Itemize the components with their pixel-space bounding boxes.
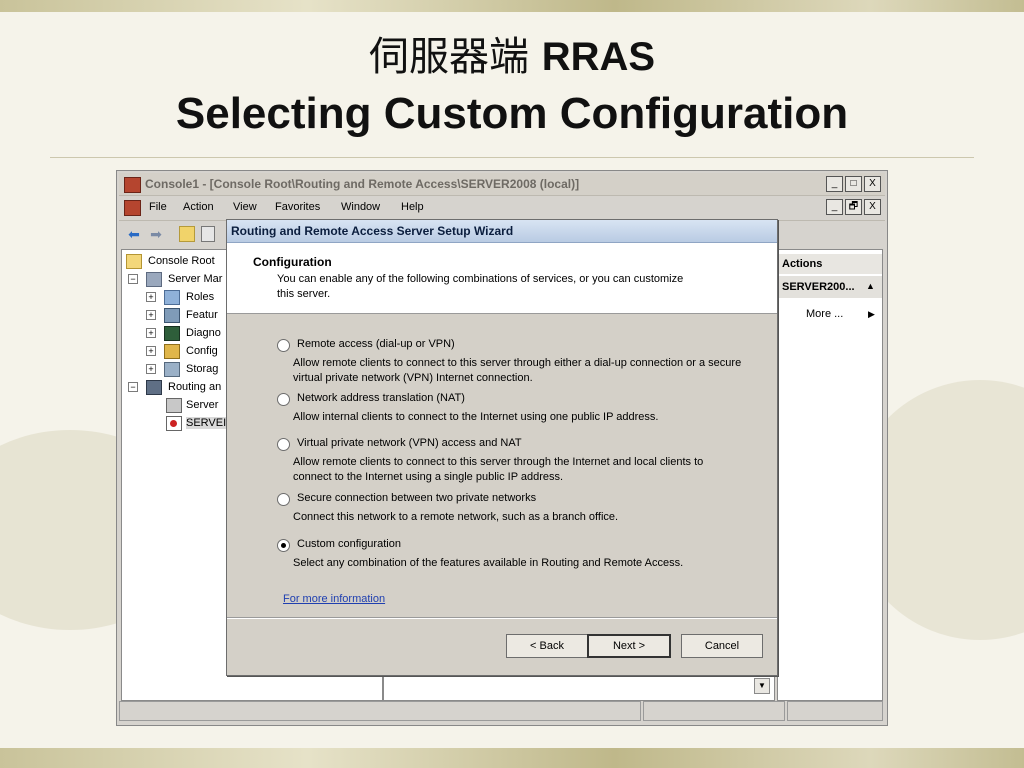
radio-remote-access[interactable]	[277, 339, 290, 352]
tree-label: Roles	[186, 291, 215, 303]
title-divider	[50, 157, 974, 158]
menu-view[interactable]: View	[233, 201, 257, 213]
title-rras-text: RRAS	[541, 35, 656, 79]
expand-icon[interactable]: +	[146, 292, 156, 302]
collapse-up-arrow-icon[interactable]: ▲	[866, 281, 875, 291]
roles-icon	[164, 290, 180, 305]
option-label[interactable]: Remote access (dial-up or VPN)	[297, 338, 455, 350]
option-label[interactable]: Network address translation (NAT)	[297, 392, 465, 404]
tree-label: SERVEI	[186, 417, 227, 429]
option-label[interactable]: Secure connection between two private ne…	[297, 492, 536, 504]
wizard-footer-divider	[227, 617, 777, 619]
slide-title: 伺服器端 RRAS Selecting Custom Configuration	[0, 30, 1024, 142]
menu-favorites[interactable]: Favorites	[275, 201, 320, 213]
actions-header-label: Actions	[782, 258, 823, 270]
diagnostics-icon	[164, 326, 180, 341]
expand-icon[interactable]: +	[146, 328, 156, 338]
menu-bar: File Action View Favorites Window Help _…	[119, 197, 885, 217]
tree-label: Console Root	[148, 255, 215, 267]
server-status-icon	[166, 398, 182, 413]
features-icon	[164, 308, 180, 323]
storage-icon	[164, 362, 180, 377]
tree-label: Diagno	[186, 327, 221, 339]
option-description: Connect this network to a remote network…	[293, 511, 619, 523]
wizard-title-bar[interactable]: Routing and Remote Access Server Setup W…	[227, 220, 777, 243]
minimize-button[interactable]: _	[826, 176, 843, 192]
actions-section-label: SERVER200...	[782, 281, 855, 293]
more-information-link[interactable]: For more information	[283, 593, 385, 605]
option-description: Allow remote clients to connect to this …	[293, 357, 742, 384]
bottom-decorative-band	[0, 748, 1024, 768]
actions-more-item[interactable]: More ...	[806, 308, 843, 320]
radio-secure-connection[interactable]	[277, 493, 290, 506]
wizard-page-title: Configuration	[253, 255, 332, 269]
back-arrow-icon[interactable]: ⬅	[125, 226, 143, 242]
option-description: Allow remote clients to connect to this …	[293, 456, 704, 483]
forward-arrow-icon[interactable]: ➡	[147, 226, 165, 242]
console-app-icon	[124, 177, 141, 193]
actions-pane: Actions SERVER200... ▲ More ... ▶	[777, 249, 883, 701]
status-bar-panel	[119, 701, 641, 721]
next-button[interactable]: Next >	[587, 634, 671, 658]
tree-label: Routing an	[168, 381, 222, 393]
child-close-button[interactable]: X	[864, 199, 881, 215]
menu-file[interactable]: File	[149, 201, 167, 213]
top-decorative-band	[0, 0, 1024, 12]
configuration-icon	[164, 344, 180, 359]
tree-label: Server	[186, 399, 219, 411]
more-arrow-icon: ▶	[868, 309, 875, 319]
slide-title-line2: Selecting Custom Configuration	[175, 89, 849, 138]
slide-title-line1: 伺服器端 RRAS	[0, 30, 1024, 84]
wizard-page-description: You can enable any of the following comb…	[277, 273, 684, 300]
actions-header: Actions	[778, 254, 882, 274]
actions-section-server[interactable]: SERVER200... ▲	[778, 276, 882, 298]
console-menu-icon[interactable]	[124, 200, 141, 216]
menu-action[interactable]: Action	[183, 201, 214, 213]
scroll-down-arrow-icon[interactable]: ▼	[754, 678, 770, 694]
expand-icon[interactable]: +	[146, 346, 156, 356]
red-status-dot-icon	[170, 420, 177, 427]
menu-help[interactable]: Help	[401, 201, 424, 213]
radio-vpn-and-nat[interactable]	[277, 438, 290, 451]
mmc-title-bar[interactable]: Console1 - [Console Root\Routing and Rem…	[119, 173, 885, 196]
server-stopped-icon	[166, 416, 182, 431]
mmc-window-title: Console1 - [Console Root\Routing and Rem…	[145, 177, 580, 191]
status-bar	[119, 701, 885, 721]
status-bar-panel	[643, 701, 785, 721]
option-label[interactable]: Virtual private network (VPN) access and…	[297, 437, 522, 449]
child-minimize-button[interactable]: _	[826, 199, 843, 215]
maximize-button[interactable]: □	[845, 176, 862, 192]
routing-icon	[146, 380, 162, 395]
tree-label: Featur	[186, 309, 218, 321]
menu-window[interactable]: Window	[341, 201, 380, 213]
option-description: Allow internal clients to connect to the…	[293, 411, 659, 423]
child-restore-button[interactable]: 🗗	[845, 199, 862, 215]
expand-icon[interactable]: +	[146, 364, 156, 374]
cancel-button[interactable]: Cancel	[681, 634, 763, 658]
radio-custom-configuration[interactable]	[277, 539, 290, 552]
radio-nat[interactable]	[277, 393, 290, 406]
folder-icon	[126, 254, 142, 269]
setup-wizard-dialog: Routing and Remote Access Server Setup W…	[226, 219, 778, 676]
collapse-icon[interactable]: −	[128, 382, 138, 392]
up-folder-icon[interactable]	[179, 226, 195, 242]
title-cjk-text: 伺服器端	[368, 34, 529, 80]
expand-icon[interactable]: +	[146, 310, 156, 320]
tree-label: Storag	[186, 363, 219, 375]
option-description: Select any combination of the features a…	[293, 557, 684, 569]
tree-label: Config	[186, 345, 218, 357]
close-button[interactable]: X	[864, 176, 881, 192]
status-bar-panel	[787, 701, 883, 721]
wizard-header: Configuration You can enable any of the …	[227, 243, 777, 314]
option-label[interactable]: Custom configuration	[297, 538, 401, 550]
back-button[interactable]: < Back	[506, 634, 588, 658]
server-manager-icon	[146, 272, 162, 287]
show-hide-tree-icon[interactable]	[201, 226, 215, 242]
tree-label: Server Mar	[168, 273, 223, 285]
wizard-title: Routing and Remote Access Server Setup W…	[231, 224, 514, 238]
collapse-icon[interactable]: −	[128, 274, 138, 284]
